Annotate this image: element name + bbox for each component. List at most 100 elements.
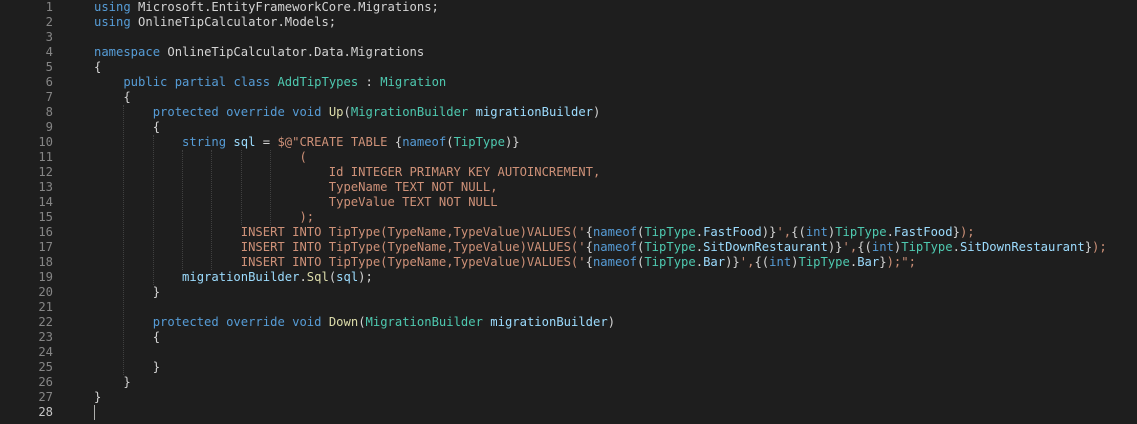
line-number: 1	[45, 0, 53, 14]
punctuation-token	[167, 75, 174, 89]
keyword-token: override	[226, 315, 285, 329]
keyword-token: nameof	[592, 225, 637, 239]
indent-guide	[211, 150, 213, 270]
punctuation-token	[321, 315, 328, 329]
punctuation-token	[219, 315, 226, 329]
indent-guide	[152, 135, 154, 285]
line-number: 24	[38, 345, 53, 359]
keyword-token: using	[94, 15, 131, 29]
punctuation-token: (	[446, 135, 454, 149]
punctuation-token: }	[952, 225, 960, 239]
code-line[interactable]: string sql = $@"CREATE TABLE {nameof(Tip…	[182, 135, 520, 150]
punctuation-token: OnlineTipCalculator.Models;	[138, 15, 337, 29]
code-line[interactable]: }	[123, 375, 130, 390]
variable-token: migrationBuilder	[490, 315, 608, 329]
variable-token: Bar	[703, 255, 726, 269]
code-line[interactable]: }	[153, 360, 160, 375]
keyword-token: namespace	[94, 45, 161, 59]
punctuation-token: );	[358, 270, 373, 284]
punctuation-token: }	[152, 285, 161, 299]
punctuation-token: :	[358, 75, 381, 89]
line-number: 12	[38, 165, 53, 179]
string-token: $@"CREATE TABLE	[277, 135, 395, 149]
punctuation-token: {(	[791, 225, 806, 239]
line-number: 15	[38, 210, 53, 224]
type-token: TipType	[835, 225, 887, 239]
line-number: 21	[38, 300, 53, 314]
type-token: TipType	[798, 255, 850, 269]
line-number: 27	[38, 390, 53, 404]
code-line[interactable]: public partial class AddTipTypes : Migra…	[123, 75, 446, 90]
string-token: ',	[842, 240, 858, 254]
line-number: 5	[45, 60, 53, 74]
punctuation-token: }	[123, 375, 131, 389]
punctuation-token: {	[585, 255, 593, 269]
code-line[interactable]: TypeName TEXT NOT NULL,	[329, 180, 498, 195]
punctuation-token	[131, 15, 138, 29]
line-number: 22	[38, 315, 53, 329]
code-line[interactable]: protected override void Down(MigrationBu…	[153, 315, 615, 330]
code-line[interactable]: using Microsoft.EntityFrameworkCore.Migr…	[94, 0, 439, 15]
code-line[interactable]: TypeValue TEXT NOT NULL	[329, 195, 498, 210]
punctuation-token: )}	[504, 135, 520, 149]
string-token: INSERT INTO TipType(TypeName,TypeValue)V…	[240, 255, 586, 269]
code-editor[interactable]: 1 2 3 4 5 6 7 8 9 10 11 12 13 14 15 16 17 18 19 20 21 22 23 24 2…	[0, 0, 1137, 424]
punctuation-token: }	[1084, 240, 1093, 254]
variable-token: SitDownRestaurant	[959, 240, 1085, 254]
type-token: TipType	[901, 240, 953, 254]
string-token: );	[959, 225, 975, 239]
code-line[interactable]: namespace OnlineTipCalculator.Data.Migra…	[94, 45, 424, 60]
code-line[interactable]: protected override void Up(MigrationBuil…	[153, 105, 601, 120]
keyword-token: void	[292, 105, 322, 119]
string-token: INSERT INTO TipType(TypeName,TypeValue)V…	[240, 240, 586, 254]
code-line[interactable]: {	[123, 90, 130, 105]
punctuation-token: {	[585, 240, 593, 254]
code-line[interactable]: INSERT INTO TipType(TypeName,TypeValue)V…	[241, 225, 975, 240]
line-number: 4	[45, 45, 53, 59]
line-number: 20	[38, 285, 53, 299]
code-area[interactable]: using Microsoft.EntityFrameworkCore.Migr…	[66, 0, 1137, 424]
keyword-token: nameof	[592, 240, 637, 254]
code-line[interactable]: {	[94, 60, 101, 75]
line-number: 23	[38, 330, 53, 344]
type-token: TipType	[453, 135, 505, 149]
punctuation-token	[131, 0, 138, 14]
punctuation-token: OnlineTipCalculator.Data.Migrations	[160, 45, 425, 59]
keyword-token: nameof	[402, 135, 447, 149]
line-number: 9	[45, 120, 53, 134]
code-line[interactable]: );	[299, 210, 314, 225]
punctuation-token: .	[952, 240, 960, 254]
string-token: INSERT INTO TipType(TypeName,TypeValue)V…	[240, 225, 586, 239]
line-number: 19	[38, 270, 53, 284]
indent-guide	[182, 150, 184, 270]
code-line[interactable]: using OnlineTipCalculator.Models;	[94, 15, 336, 30]
variable-token: migrationBuilder	[475, 105, 594, 119]
keyword-token: partial	[174, 75, 227, 89]
keyword-token: public	[123, 75, 168, 89]
punctuation-token: {	[94, 60, 102, 74]
type-token: TipType	[644, 225, 696, 239]
keyword-token: nameof	[592, 255, 637, 269]
indent-guide	[270, 150, 272, 225]
punctuation-token: .	[886, 225, 894, 239]
variable-token: sql	[233, 135, 256, 149]
code-line[interactable]: {	[153, 120, 160, 135]
variable-token: sql	[336, 270, 359, 284]
code-line[interactable]: {	[153, 330, 160, 345]
string-token: );	[299, 210, 315, 224]
code-line[interactable]: migrationBuilder.Sql(sql);	[182, 270, 373, 285]
code-line[interactable]: Id INTEGER PRIMARY KEY AUTOINCREMENT,	[329, 165, 601, 180]
type-token: MigrationBuilder	[350, 105, 469, 119]
punctuation-token: }	[879, 255, 887, 269]
code-line[interactable]: }	[94, 390, 101, 405]
code-line[interactable]: (	[299, 150, 306, 165]
code-line[interactable]: }	[153, 285, 160, 300]
keyword-token: class	[233, 75, 271, 89]
punctuation-token: )}	[761, 225, 777, 239]
code-line[interactable]: INSERT INTO TipType(TypeName,TypeValue)V…	[241, 240, 1107, 255]
keyword-token: int	[769, 255, 792, 269]
punctuation-token: }	[152, 360, 161, 374]
code-line[interactable]: INSERT INTO TipType(TypeName,TypeValue)V…	[241, 255, 916, 270]
line-number: 6	[45, 75, 53, 89]
type-token: TipType	[644, 255, 696, 269]
